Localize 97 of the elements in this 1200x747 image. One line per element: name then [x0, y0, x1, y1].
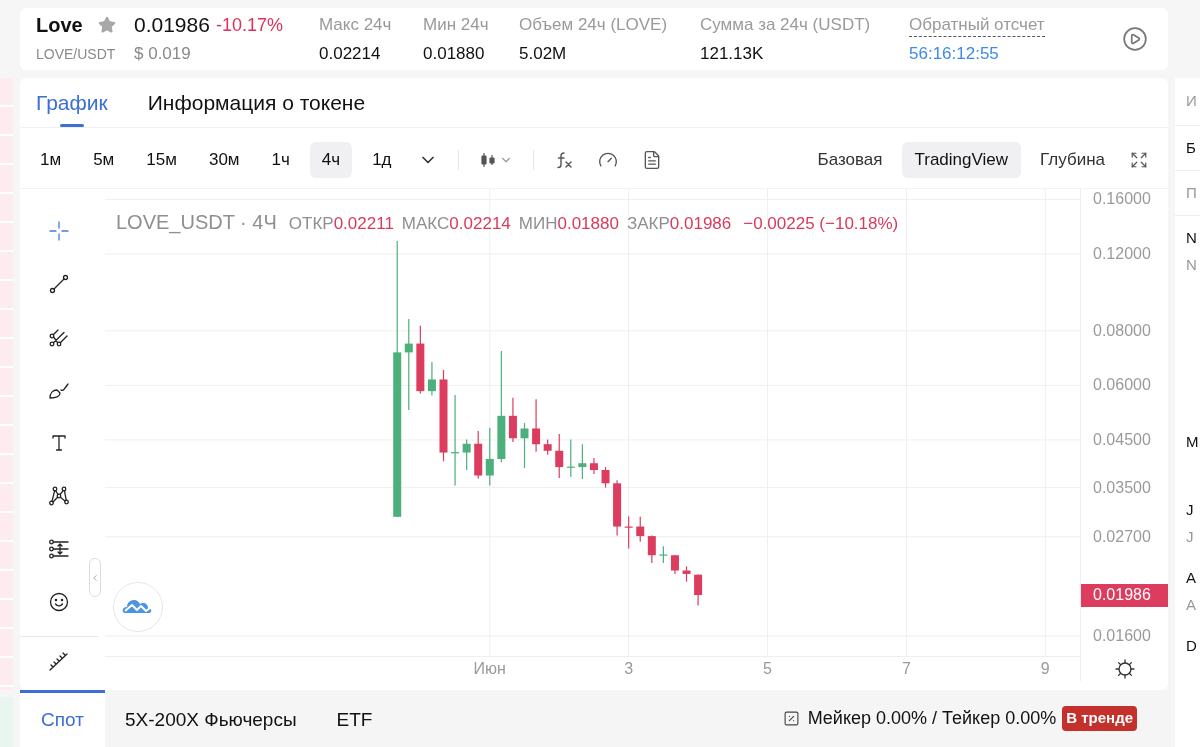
stat-value: 0.01880 — [423, 44, 486, 64]
ohlc-value: 0.02214 — [449, 213, 511, 235]
candle — [532, 398, 541, 453]
time-tick-label: Июн — [473, 659, 506, 679]
chart-view-tab[interactable]: Базовая — [804, 141, 896, 178]
side-row-subtitle: A — [1186, 595, 1197, 615]
ohlc-value: 0.02211 — [333, 213, 394, 235]
interval-button[interactable]: 4ч — [309, 141, 353, 178]
last-price-label: 0.01986 — [1081, 583, 1168, 607]
candle — [659, 545, 668, 564]
side-row-title: N — [1186, 228, 1198, 248]
candle — [636, 516, 645, 543]
price-tick-label: 0.08000 — [1093, 320, 1151, 341]
time-tick-label: 9 — [1040, 659, 1050, 679]
candle — [427, 361, 436, 397]
stat-label: Макс 24ч — [319, 14, 393, 36]
interval-button[interactable]: 1м — [28, 141, 74, 178]
last-price: 0.01986 — [134, 14, 210, 36]
candle — [624, 515, 633, 549]
market-tab[interactable]: Спот — [20, 690, 105, 747]
price-tick-label: 0.03500 — [1093, 477, 1151, 498]
time-tick-label: 5 — [763, 659, 772, 679]
fullscreen-icon — [1130, 150, 1148, 169]
market-tab[interactable]: 5X-200X Фьючерсы — [105, 690, 317, 747]
interval-button[interactable]: 1д — [360, 141, 404, 178]
chevron-left-icon — [90, 572, 100, 583]
stat-value: 0.02214 — [319, 44, 382, 64]
price-change: -10.17% — [215, 14, 283, 36]
candle — [555, 433, 564, 479]
price-tick-label: 0.02700 — [1093, 526, 1151, 547]
chart-view-tab[interactable]: Глубина — [1027, 141, 1118, 178]
countdown-label: Обратный отсчет — [909, 14, 1045, 37]
interval-button[interactable]: 15м — [134, 141, 189, 178]
side-row-title: A — [1186, 568, 1197, 588]
price-tick-label: 0.01600 — [1093, 626, 1151, 646]
stat-label: Объем 24ч (LOVE) — [519, 14, 669, 36]
price-tick-label: 0.04500 — [1093, 429, 1151, 450]
percent-icon — [782, 710, 800, 727]
side-row-title: D — [1186, 636, 1198, 656]
market-tab[interactable]: ETF — [316, 690, 393, 747]
side-field-text: Б — [1186, 137, 1196, 158]
side-row-subtitle: J — [1186, 527, 1195, 547]
side-column-header: П — [1186, 182, 1197, 203]
price-tick-label: 0.06000 — [1093, 375, 1151, 396]
time-tick-label: 7 — [901, 659, 911, 679]
candle — [613, 479, 622, 536]
play-icon[interactable] — [1122, 26, 1148, 52]
fee-text: Мейкер 0.00% / Тейкер 0.00% — [807, 707, 1057, 730]
usd-price: $ 0.019 — [134, 44, 192, 64]
candle — [416, 325, 425, 395]
ohlc-label: ЗАКР — [626, 213, 670, 235]
candle — [543, 438, 552, 456]
candle — [566, 438, 575, 478]
side-row-subtitle: N — [1186, 255, 1198, 275]
price-tick-label: 0.12000 — [1093, 243, 1151, 264]
time-tick-label: 3 — [624, 659, 634, 679]
settings-icon[interactable] — [1114, 658, 1135, 679]
candle — [474, 430, 483, 480]
view-tab[interactable]: График — [20, 78, 124, 127]
candle — [578, 443, 587, 480]
stat-value: 121.13K — [700, 44, 765, 64]
candle — [682, 565, 691, 583]
side-row-title: J — [1186, 500, 1195, 520]
candle — [694, 573, 703, 607]
side-tab-text: И — [1186, 91, 1197, 112]
view-tab[interactable]: Информация о токене — [131, 78, 382, 127]
price-tick-label: 0.16000 — [1093, 189, 1151, 210]
candle — [589, 457, 598, 475]
ohlc-label: МАКС — [401, 213, 450, 235]
interval-button[interactable]: 1ч — [259, 141, 302, 178]
ohlc-label: МИН — [518, 213, 558, 235]
trend-badge: В тренде — [1062, 706, 1137, 731]
star-icon[interactable] — [97, 16, 116, 34]
pair-name: LOVE/USDT — [36, 45, 117, 64]
stat-label: Сумма за 24ч (USDT) — [700, 14, 872, 36]
chart-view-tab[interactable]: TradingView — [901, 141, 1022, 178]
candle — [462, 438, 471, 471]
ohlc-change: −0.00225 (−10.18%) — [743, 213, 899, 235]
candle — [670, 554, 679, 575]
chart-symbol: LOVE_USDT · 4Ч — [116, 210, 277, 234]
candle — [647, 534, 656, 564]
candle — [485, 427, 494, 487]
candles-icon — [478, 150, 497, 169]
ohlc-label: ОТКР — [288, 213, 334, 235]
ohlc-value: 0.01880 — [557, 213, 619, 235]
countdown-value: 56:16:12:55 — [909, 44, 999, 64]
interval-button[interactable]: 30м — [196, 141, 252, 178]
side-row-title: M — [1186, 432, 1200, 452]
candle — [508, 397, 517, 443]
ohlc-value: 0.01986 — [669, 213, 732, 235]
stat-value: 5.02M — [519, 44, 568, 64]
stat-label: Мин 24ч — [423, 14, 490, 36]
interval-button[interactable]: 5м — [81, 141, 127, 178]
cloud-logo-icon — [113, 582, 163, 632]
candle — [520, 422, 529, 469]
token-name: Love — [36, 14, 83, 36]
candle — [601, 466, 610, 489]
